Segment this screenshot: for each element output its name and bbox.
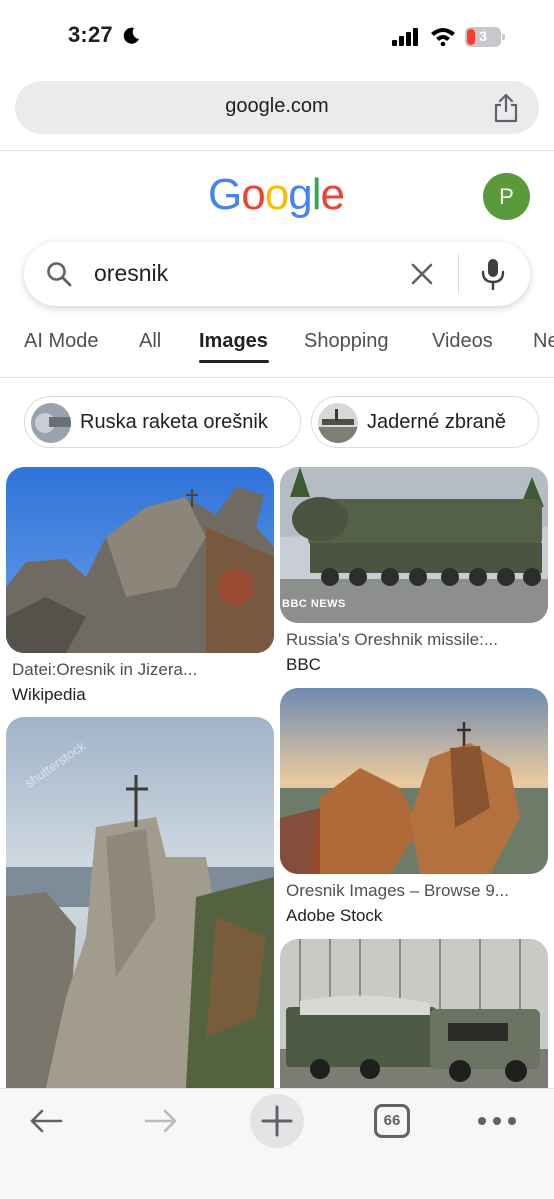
- search-input[interactable]: [94, 260, 374, 287]
- bbc-news-overlay: BBC NEWS: [282, 598, 346, 610]
- result-source[interactable]: Adobe Stock: [286, 906, 382, 926]
- forward-arrow-icon[interactable]: [143, 1107, 179, 1135]
- moon-icon: [123, 27, 139, 44]
- result-caption[interactable]: Datei:Oresnik in Jizera...: [12, 660, 197, 680]
- chip-thumbnail: [31, 403, 71, 443]
- tab-shopping[interactable]: Shopping: [304, 330, 389, 353]
- wifi-icon: [431, 28, 455, 46]
- back-arrow-icon[interactable]: [28, 1107, 64, 1135]
- address-bar[interactable]: google.com: [15, 81, 539, 134]
- image-result-thumbnail[interactable]: shutterstock: [6, 717, 274, 1088]
- logo-letter: g: [288, 170, 313, 219]
- image-result-thumbnail[interactable]: [280, 939, 548, 1088]
- search-box[interactable]: [24, 242, 530, 306]
- clear-icon[interactable]: [410, 262, 434, 286]
- chip-ruska-raketa-oresnik[interactable]: Ruska raketa orešnik: [24, 396, 301, 448]
- tab-news[interactable]: Ne: [533, 330, 554, 353]
- active-tab-indicator: [199, 360, 269, 363]
- battery-level: 3: [479, 28, 487, 44]
- divider: [0, 150, 554, 151]
- result-source[interactable]: BBC: [286, 655, 321, 675]
- tab-all[interactable]: All: [139, 330, 161, 353]
- battery-icon: 3: [465, 27, 505, 47]
- chip-label: Jaderné zbraně: [367, 411, 506, 433]
- account-avatar[interactable]: P: [483, 173, 530, 220]
- status-time: 3:27: [68, 22, 113, 47]
- divider: [458, 254, 459, 294]
- tab-videos[interactable]: Videos: [432, 330, 493, 353]
- tab-ai-mode[interactable]: AI Mode: [24, 330, 98, 353]
- address-bar-url[interactable]: google.com: [15, 95, 539, 118]
- logo-letter: e: [320, 170, 345, 219]
- image-result-thumbnail[interactable]: BBC NEWS: [280, 467, 548, 623]
- logo-letter: o: [241, 170, 266, 219]
- google-logo: Google: [208, 170, 345, 220]
- status-bar: 3:27 3: [0, 0, 554, 72]
- microphone-icon[interactable]: [480, 258, 506, 290]
- new-tab-button[interactable]: [250, 1094, 304, 1148]
- plus-icon: [261, 1105, 293, 1137]
- tab-images[interactable]: Images: [199, 330, 268, 353]
- divider: [0, 377, 554, 378]
- image-result-thumbnail[interactable]: [280, 688, 548, 874]
- tab-switcher-button[interactable]: 66: [374, 1104, 410, 1138]
- more-options-icon[interactable]: [477, 1116, 517, 1126]
- result-caption[interactable]: Russia's Oreshnik missile:...: [286, 630, 498, 650]
- bottom-toolbar: 66: [0, 1088, 554, 1199]
- image-result-thumbnail[interactable]: [6, 467, 274, 653]
- share-icon[interactable]: [492, 93, 520, 123]
- cellular-signal-icon: [392, 28, 418, 46]
- search-icon: [47, 262, 72, 287]
- chip-thumbnail: [318, 403, 358, 443]
- logo-letter: G: [208, 170, 242, 219]
- result-caption[interactable]: Oresnik Images – Browse 9...: [286, 881, 509, 901]
- logo-letter: o: [264, 170, 290, 219]
- chip-label: Ruska raketa orešnik: [80, 411, 268, 433]
- search-tabs: AI Mode All Images Shopping Videos Ne: [0, 326, 554, 370]
- result-source[interactable]: Wikipedia: [12, 685, 86, 705]
- chip-jaderne-zbrane[interactable]: Jaderné zbraně: [311, 396, 539, 448]
